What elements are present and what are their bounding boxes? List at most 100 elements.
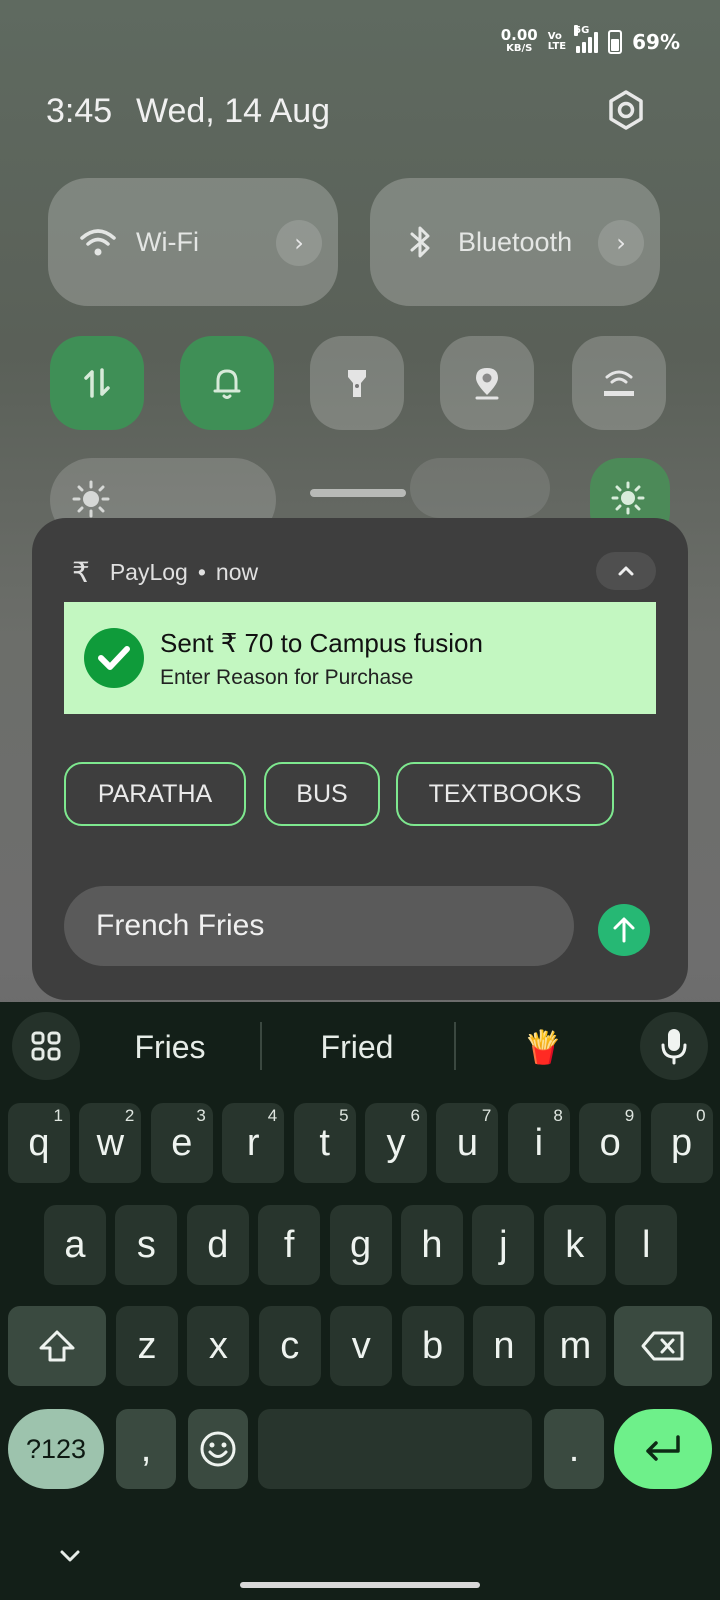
shift-key[interactable] xyxy=(8,1306,106,1386)
key-m[interactable]: m xyxy=(544,1306,607,1386)
key-j[interactable]: j xyxy=(472,1205,535,1285)
reply-input[interactable]: French Fries xyxy=(64,886,574,966)
suggestion-2[interactable]: Fried xyxy=(262,1022,452,1072)
key-p[interactable]: p0 xyxy=(650,1103,713,1183)
key-number-hint: 0 xyxy=(696,1106,706,1125)
key-number-hint: 6 xyxy=(410,1106,420,1125)
key-c[interactable]: c xyxy=(258,1306,321,1386)
key-number-hint: 3 xyxy=(196,1106,206,1125)
chip-textbooks[interactable]: TEXTBOOKS xyxy=(396,762,614,826)
period-key[interactable]: . xyxy=(544,1409,604,1489)
network-speed: 0.00 KB/S xyxy=(500,26,538,55)
key-n[interactable]: n xyxy=(473,1306,535,1386)
key-letter: e xyxy=(171,1121,193,1164)
key-o[interactable]: o9 xyxy=(579,1103,642,1183)
key-a[interactable]: a xyxy=(44,1205,106,1285)
sun-icon xyxy=(72,480,110,518)
key-v[interactable]: v xyxy=(330,1306,393,1386)
mobile-data-toggle[interactable] xyxy=(50,336,144,430)
gesture-navigation-bar[interactable] xyxy=(240,1582,480,1588)
auto-brightness-icon xyxy=(611,481,645,515)
suggestion-emoji[interactable]: 🍟 xyxy=(458,1022,628,1072)
key-number-hint: 7 xyxy=(481,1106,492,1125)
drag-handle[interactable] xyxy=(310,489,406,497)
status-bar: 0.00 KB/S Vo LTE 5G 69% xyxy=(501,22,680,62)
send-button[interactable] xyxy=(598,904,650,956)
payment-title: Sent ₹ 70 to Campus fusion xyxy=(160,628,483,658)
key-i[interactable]: i8 xyxy=(507,1103,570,1183)
sound-toggle[interactable] xyxy=(180,336,274,430)
key-f[interactable]: f xyxy=(258,1205,321,1285)
enter-icon xyxy=(646,1435,680,1461)
volte-bottom: LTE xyxy=(547,41,567,52)
date: Wed, 14 Aug xyxy=(136,92,331,130)
key-e[interactable]: e3 xyxy=(150,1103,213,1183)
key-r[interactable]: r4 xyxy=(222,1103,285,1183)
key-y[interactable]: y6 xyxy=(365,1103,427,1183)
location-toggle[interactable] xyxy=(440,336,534,430)
grid-icon xyxy=(31,1031,61,1061)
notification-time: now xyxy=(215,559,259,585)
key-q[interactable]: q1 xyxy=(8,1103,70,1183)
symbols-key[interactable]: ?123 xyxy=(8,1409,104,1489)
notification-header: ₹ PayLog • now xyxy=(72,556,258,589)
chip-paratha[interactable]: PARATHA xyxy=(64,762,246,826)
key-letter: w xyxy=(96,1121,125,1164)
comma-key[interactable]: , xyxy=(116,1409,176,1489)
key-s[interactable]: s xyxy=(115,1205,178,1285)
flashlight-toggle[interactable] xyxy=(310,336,404,430)
bluetooth-icon xyxy=(400,224,440,260)
battery-icon xyxy=(608,30,623,54)
key-number-hint: 5 xyxy=(339,1106,349,1125)
key-k[interactable]: k xyxy=(543,1205,606,1285)
settings-gear-icon[interactable] xyxy=(604,88,648,132)
key-l[interactable]: l xyxy=(615,1205,678,1285)
backspace-key[interactable] xyxy=(614,1306,712,1386)
chevron-down-icon xyxy=(60,1550,80,1562)
keyboard-menu-button[interactable] xyxy=(12,1012,80,1080)
wifi-icon xyxy=(78,226,118,258)
key-g[interactable]: g xyxy=(329,1205,392,1285)
clock: 3:45 xyxy=(46,92,113,130)
key-b[interactable]: b xyxy=(401,1306,464,1386)
key-letter: q xyxy=(28,1121,50,1164)
shift-icon xyxy=(39,1330,75,1362)
key-number-hint: 2 xyxy=(124,1106,135,1125)
microphone-icon xyxy=(661,1029,687,1065)
enter-key[interactable] xyxy=(614,1409,712,1489)
bluetooth-chevron-right-icon[interactable]: › xyxy=(598,220,644,266)
key-number-hint: 8 xyxy=(553,1106,563,1125)
network-speed-value: 0.00 xyxy=(500,26,538,44)
key-x[interactable]: x xyxy=(187,1306,250,1386)
mobile-data-icon xyxy=(84,368,110,398)
media-panel xyxy=(410,458,550,518)
wifi-tile[interactable]: Wi-Fi › xyxy=(48,178,338,306)
bluetooth-tile[interactable]: Bluetooth › xyxy=(370,178,660,306)
wifi-chevron-right-icon[interactable]: › xyxy=(276,220,322,266)
suggestion-1[interactable]: Fries xyxy=(80,1022,260,1072)
chip-bus[interactable]: BUS xyxy=(264,762,380,826)
key-u[interactable]: u7 xyxy=(436,1103,499,1183)
space-key[interactable] xyxy=(258,1409,532,1489)
collapse-button[interactable] xyxy=(596,552,656,590)
key-t[interactable]: t5 xyxy=(293,1103,356,1183)
header-separator: • xyxy=(197,559,206,585)
arrow-up-icon xyxy=(613,917,635,943)
key-h[interactable]: h xyxy=(401,1205,463,1285)
keyboard xyxy=(0,1002,720,1600)
smiley-icon xyxy=(200,1431,236,1467)
emoji-key[interactable] xyxy=(188,1409,248,1489)
key-letter: p xyxy=(671,1121,693,1164)
battery-percent: 69% xyxy=(632,30,680,54)
key-number-hint: 1 xyxy=(53,1106,63,1125)
hide-keyboard-button[interactable] xyxy=(54,1540,86,1572)
hotspot-toggle[interactable] xyxy=(572,336,666,430)
network-type: 5G xyxy=(574,25,590,36)
key-z[interactable]: z xyxy=(116,1306,178,1386)
key-w[interactable]: w2 xyxy=(79,1103,142,1183)
key-d[interactable]: d xyxy=(186,1205,249,1285)
voice-input-button[interactable] xyxy=(640,1012,708,1080)
volte-indicator: Vo LTE xyxy=(548,32,566,52)
key-number-hint: 4 xyxy=(267,1106,278,1125)
key-number-hint: 9 xyxy=(624,1106,635,1125)
